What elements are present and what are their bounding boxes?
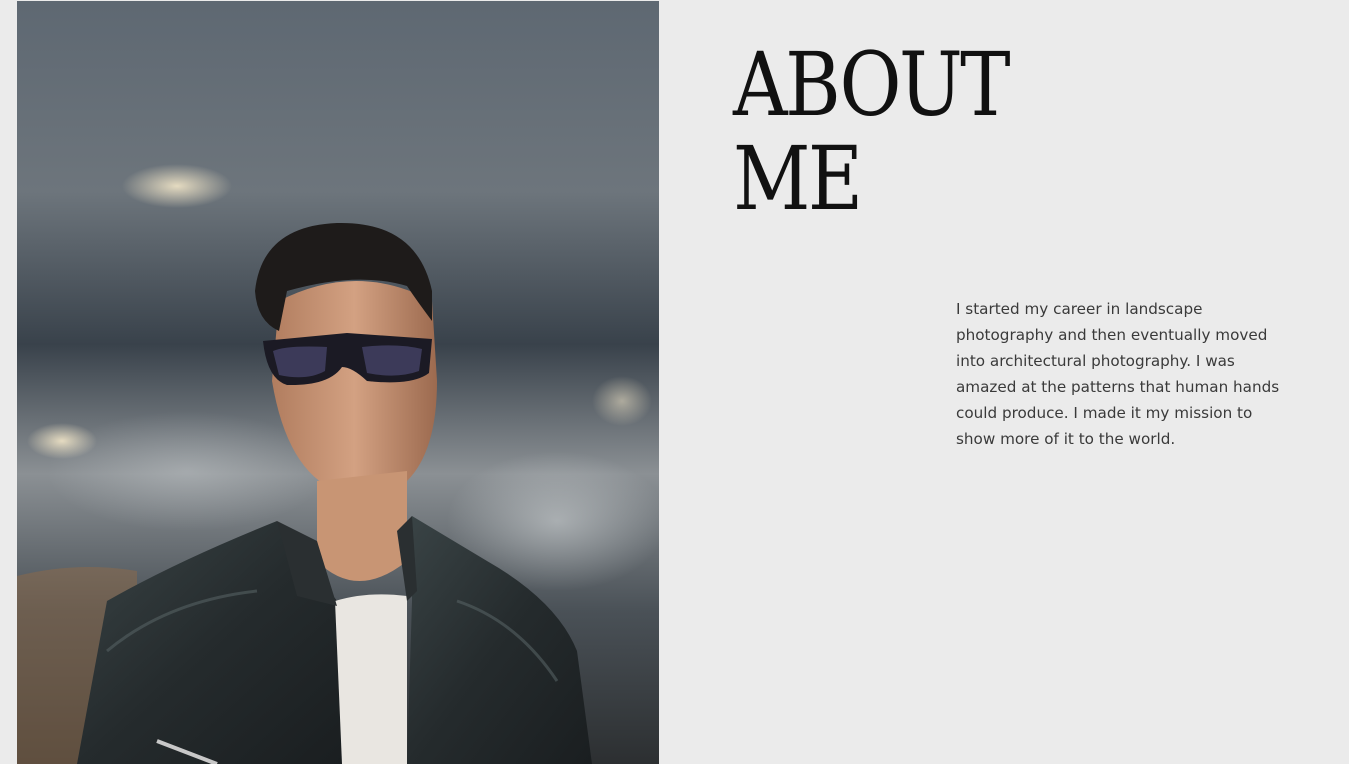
page-title: ABOUT ME (733, 33, 1011, 230)
page-title-line-1: ABOUT (733, 33, 1011, 136)
page-title-line-2: ME (733, 127, 863, 230)
bio-paragraph: I started my career in landscape photogr… (956, 300, 1280, 448)
profile-photo (17, 1, 659, 764)
